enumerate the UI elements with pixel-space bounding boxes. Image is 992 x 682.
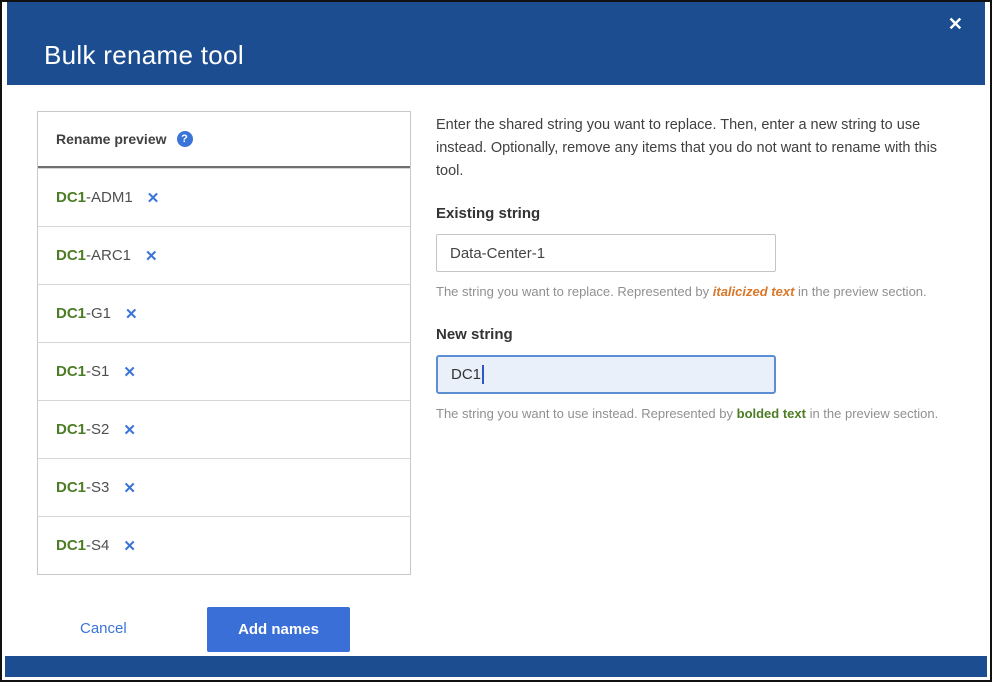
text-cursor bbox=[482, 365, 484, 384]
bolded-text-highlight: bolded text bbox=[737, 406, 806, 421]
item-suffix: -S4 bbox=[86, 537, 109, 554]
help-icon[interactable]: ? bbox=[177, 131, 193, 147]
new-string-value: DC1 bbox=[451, 366, 481, 383]
add-names-button[interactable]: Add names bbox=[207, 607, 350, 652]
item-prefix: DC1 bbox=[56, 305, 86, 322]
item-prefix: DC1 bbox=[56, 421, 86, 438]
item-prefix: DC1 bbox=[56, 479, 86, 496]
existing-string-helper: The string you want to replace. Represen… bbox=[436, 284, 964, 299]
item-prefix: DC1 bbox=[56, 537, 86, 554]
item-suffix: -S3 bbox=[86, 479, 109, 496]
dialog-header: Bulk rename tool ✕ bbox=[7, 2, 985, 85]
preview-row: DC1-G1 ✕ bbox=[38, 284, 410, 342]
cancel-button[interactable]: Cancel bbox=[80, 620, 127, 637]
rename-preview-panel: Rename preview ? DC1-ADM1 ✕ DC1-ARC1 ✕ D… bbox=[37, 111, 411, 575]
dialog-title: Bulk rename tool bbox=[44, 40, 244, 71]
preview-row: DC1-ADM1 ✕ bbox=[38, 168, 410, 226]
remove-item-icon[interactable]: ✕ bbox=[123, 537, 136, 555]
remove-item-icon[interactable]: ✕ bbox=[123, 421, 136, 439]
bulk-rename-dialog: Bulk rename tool ✕ Rename preview ? DC1-… bbox=[0, 0, 992, 682]
item-suffix: -ADM1 bbox=[86, 189, 133, 206]
preview-row: DC1-S1 ✕ bbox=[38, 342, 410, 400]
new-string-helper: The string you want to use instead. Repr… bbox=[436, 406, 964, 421]
rename-preview-header: Rename preview ? bbox=[38, 112, 410, 168]
item-suffix: -S2 bbox=[86, 421, 109, 438]
rename-preview-title: Rename preview bbox=[56, 131, 167, 147]
bottom-bar bbox=[5, 656, 987, 677]
italicized-text-highlight: italicized text bbox=[713, 284, 795, 299]
preview-row: DC1-S4 ✕ bbox=[38, 516, 410, 574]
item-suffix: -G1 bbox=[86, 305, 111, 322]
new-string-label: New string bbox=[436, 326, 964, 343]
item-suffix: -ARC1 bbox=[86, 247, 131, 264]
existing-string-value: Data-Center-1 bbox=[450, 245, 545, 262]
preview-row: DC1-S3 ✕ bbox=[38, 458, 410, 516]
item-prefix: DC1 bbox=[56, 363, 86, 380]
item-prefix: DC1 bbox=[56, 247, 86, 264]
remove-item-icon[interactable]: ✕ bbox=[145, 247, 158, 265]
instructions-text: Enter the shared string you want to repl… bbox=[436, 114, 964, 183]
item-suffix: -S1 bbox=[86, 363, 109, 380]
close-icon[interactable]: ✕ bbox=[948, 15, 963, 33]
existing-string-input[interactable]: Data-Center-1 bbox=[436, 234, 776, 272]
rename-form: Enter the shared string you want to repl… bbox=[436, 114, 964, 421]
remove-item-icon[interactable]: ✕ bbox=[125, 305, 138, 323]
item-prefix: DC1 bbox=[56, 189, 86, 206]
preview-row: DC1-ARC1 ✕ bbox=[38, 226, 410, 284]
preview-row: DC1-S2 ✕ bbox=[38, 400, 410, 458]
remove-item-icon[interactable]: ✕ bbox=[147, 189, 160, 207]
new-string-input[interactable]: DC1 bbox=[436, 355, 776, 394]
existing-string-label: Existing string bbox=[436, 205, 964, 222]
remove-item-icon[interactable]: ✕ bbox=[123, 479, 136, 497]
remove-item-icon[interactable]: ✕ bbox=[123, 363, 136, 381]
